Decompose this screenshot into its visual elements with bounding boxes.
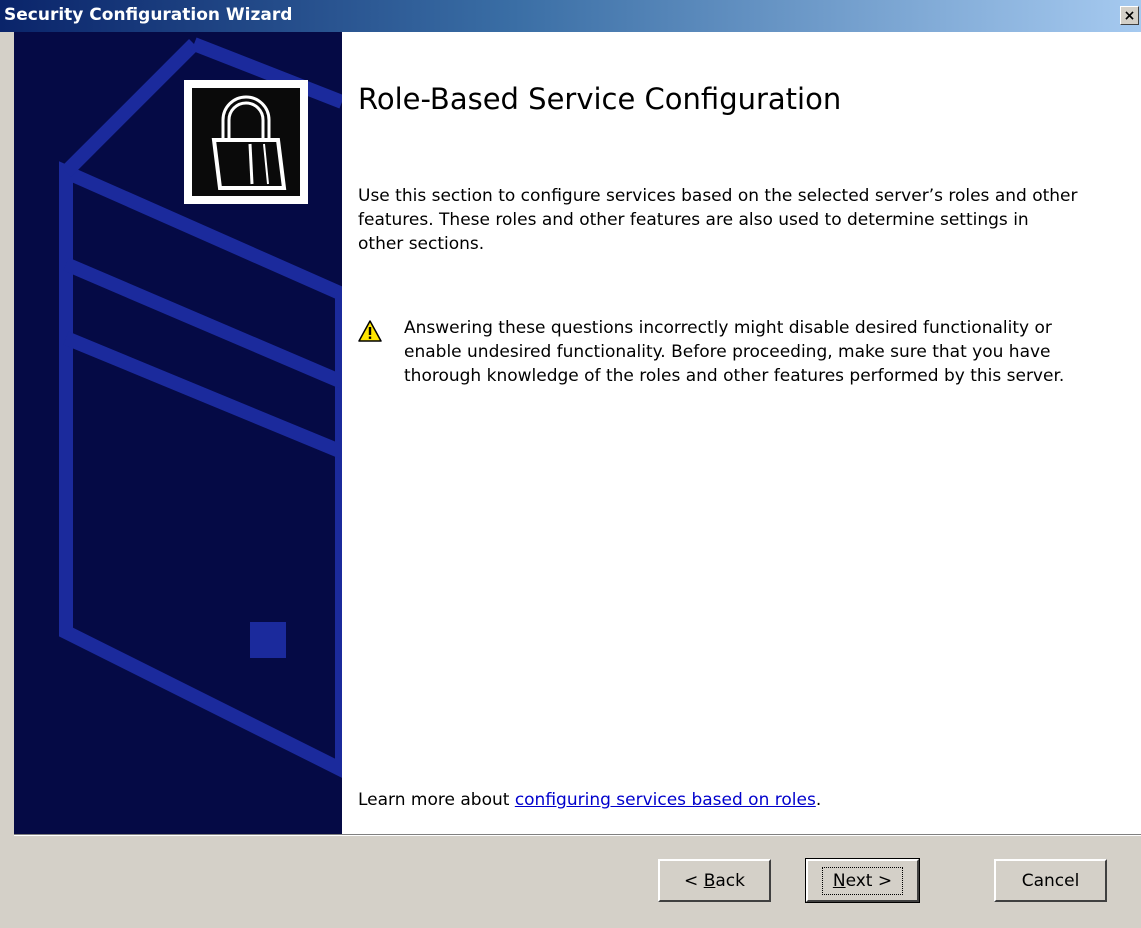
close-button[interactable]: ×	[1120, 6, 1139, 25]
learn-more-line: Learn more about configuring services ba…	[358, 790, 821, 810]
warning-icon	[358, 320, 382, 342]
wizard-window: Security Configuration Wizard × Role-Bas…	[0, 0, 1141, 928]
back-button[interactable]: < Back	[658, 859, 771, 902]
cancel-button[interactable]: Cancel	[994, 859, 1107, 902]
next-button-label: Next >	[821, 866, 904, 895]
title-bar: Security Configuration Wizard ×	[0, 0, 1141, 32]
cancel-button-label: Cancel	[1021, 870, 1080, 891]
learn-more-suffix: .	[815, 790, 822, 810]
back-button-label: < Back	[684, 870, 745, 891]
server-illustration	[59, 37, 342, 778]
next-button[interactable]: Next >	[805, 858, 920, 903]
button-separator	[14, 834, 1141, 836]
padlock-icon	[184, 80, 308, 204]
window-title: Security Configuration Wizard	[4, 5, 293, 25]
warning-text: Answering these questions incorrectly mi…	[404, 318, 1065, 386]
page-title: Role-Based Service Configuration	[358, 82, 842, 116]
drive-light	[250, 622, 286, 658]
learn-more-link[interactable]: configuring services based on roles	[515, 790, 816, 810]
wizard-content: Role-Based Service Configuration Use thi…	[342, 32, 1141, 834]
close-icon: ×	[1123, 7, 1136, 24]
wizard-sidebar-graphic	[14, 32, 342, 834]
learn-more-prefix: Learn more about	[358, 790, 515, 810]
page-description: Use this section to configure services b…	[358, 186, 1078, 254]
